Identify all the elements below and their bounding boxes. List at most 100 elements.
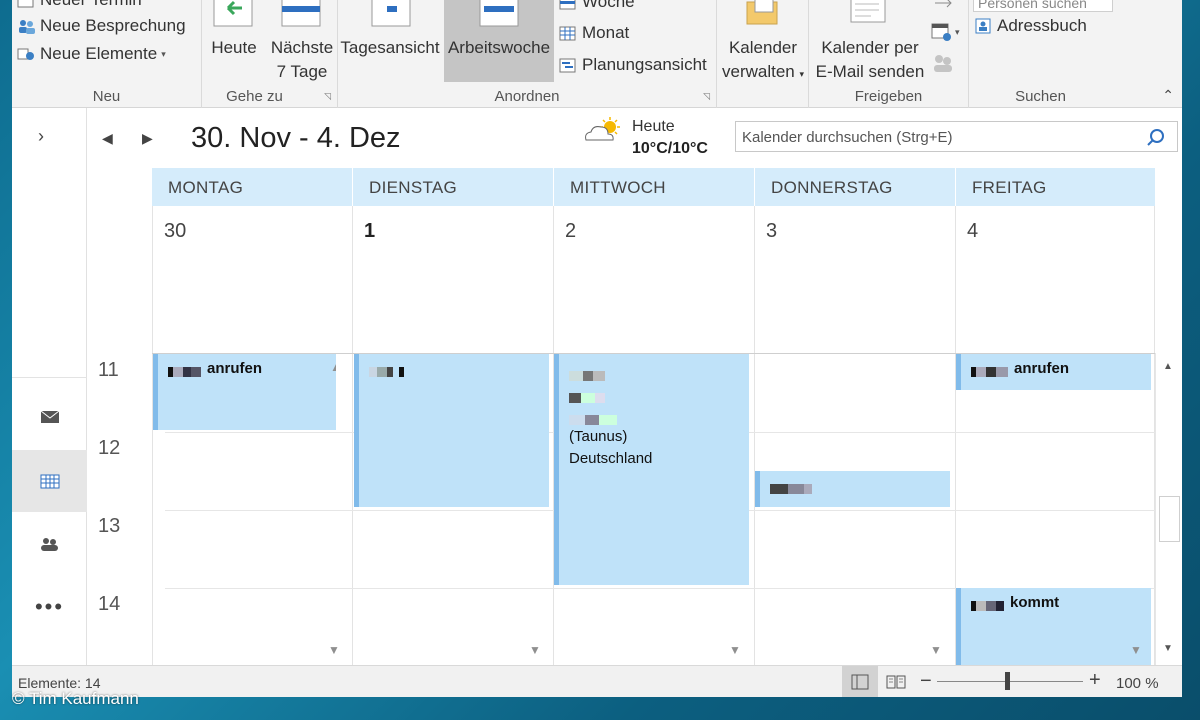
- zoom-in-icon[interactable]: +: [1089, 669, 1101, 692]
- day-header-friday[interactable]: FREITAG: [956, 168, 1155, 206]
- appointment-thursday[interactable]: [755, 471, 950, 507]
- day-number: 30: [164, 220, 187, 242]
- folder-pane-collapsed: ›: [12, 108, 87, 378]
- day-number: 2: [565, 220, 577, 242]
- address-book-button[interactable]: Adressbuch: [973, 16, 1087, 36]
- ribbon-group-label-gehe-zu: Gehe zu: [226, 88, 283, 105]
- appointment-location-line: (Taunus): [569, 428, 628, 445]
- new-appointment-button[interactable]: Neuer Termin: [16, 0, 142, 10]
- day-view-button[interactable]: Tagesansicht: [338, 0, 442, 60]
- zoom-slider-thumb[interactable]: [1005, 672, 1010, 690]
- calendar-permissions-icon[interactable]: [931, 52, 955, 79]
- appointment-monday[interactable]: anrufen ▲: [153, 354, 336, 430]
- new-items-icon: [16, 45, 36, 63]
- dialog-launcher-icon[interactable]: ◹: [703, 91, 710, 102]
- search-people-input[interactable]: Personen suchen: [973, 0, 1113, 12]
- ribbon-group-label-suchen: Suchen: [1015, 88, 1066, 105]
- more-appointments-arrow-icon[interactable]: ▼: [1130, 643, 1142, 657]
- scroll-up-arrow-icon[interactable]: ▲: [330, 360, 336, 374]
- reading-view-icon: [886, 675, 906, 689]
- ribbon: Neuer Termin Neue Besprechung Neue Eleme…: [12, 0, 1182, 108]
- folder-calendar-icon: [717, 0, 809, 32]
- day-column-monday[interactable]: 30: [152, 206, 353, 665]
- next-7-days-label-2: 7 Tage: [276, 62, 328, 81]
- day-header-wednesday[interactable]: MITTWOCH: [554, 168, 754, 206]
- nav-mail[interactable]: [12, 386, 87, 448]
- chevron-down-icon: ▾: [161, 48, 166, 59]
- vertical-scrollbar[interactable]: ▲ ▼: [1155, 353, 1182, 665]
- today-label: Heute: [211, 38, 257, 57]
- calendar-search-box[interactable]: [735, 121, 1178, 152]
- redacted-text: [168, 364, 201, 378]
- day-number: 4: [967, 220, 979, 242]
- more-icon[interactable]: •••: [12, 576, 87, 638]
- scroll-thumb[interactable]: [1159, 496, 1180, 542]
- today-button[interactable]: Heute: [204, 0, 264, 60]
- svg-text:▾: ▾: [955, 27, 960, 37]
- calendar-icon: [16, 0, 36, 9]
- new-meeting-button[interactable]: Neue Besprechung: [16, 16, 186, 36]
- calendar-week-icon: [266, 0, 338, 32]
- schedule-view-button[interactable]: Planungsansicht: [558, 55, 707, 75]
- appointment-friday-2[interactable]: kommt: [956, 588, 1151, 665]
- next-7-days-button[interactable]: Nächste 7 Tage: [266, 0, 338, 84]
- redacted-text: [971, 364, 1008, 378]
- search-icon[interactable]: [1145, 127, 1167, 149]
- status-bar: Elemente: 14 − + 100 %: [12, 665, 1182, 697]
- nav-calendar[interactable]: [12, 450, 87, 512]
- previous-week-icon[interactable]: ◀: [102, 130, 113, 147]
- more-appointments-arrow-icon[interactable]: ▼: [729, 643, 741, 657]
- redacted-text: [770, 481, 812, 495]
- normal-view-button[interactable]: [842, 666, 878, 697]
- manage-calendars-button[interactable]: Kalender verwalten ▾: [717, 0, 809, 86]
- ribbon-group-verwalten: Kalender verwalten ▾: [717, 0, 809, 108]
- more-appointments-arrow-icon[interactable]: ▼: [328, 643, 340, 657]
- manage-calendars-label-2: verwalten ▾: [721, 62, 805, 81]
- calendar-search-input[interactable]: [742, 126, 1132, 148]
- zoom-slider-track[interactable]: [937, 681, 1083, 682]
- ribbon-group-label-neu: Neu: [92, 88, 121, 105]
- month-button[interactable]: Monat: [558, 23, 629, 43]
- email-calendar-icon: [809, 0, 931, 32]
- day-header-tuesday[interactable]: DIENSTAG: [353, 168, 553, 206]
- next-week-icon[interactable]: ▶: [142, 130, 153, 147]
- hour-label: 13: [98, 515, 121, 537]
- day-number: 3: [766, 220, 778, 242]
- dialog-launcher-icon[interactable]: ◹: [324, 91, 331, 102]
- more-appointments-arrow-icon[interactable]: ▼: [930, 643, 942, 657]
- day-column-thursday[interactable]: 3: [755, 206, 956, 665]
- day-header-monday[interactable]: MONTAG: [152, 168, 352, 206]
- appointment-wednesday[interactable]: (Taunus) Deutschland: [554, 354, 749, 585]
- work-week-label: Arbeitswoche: [447, 38, 551, 57]
- scroll-up-icon[interactable]: ▲: [1163, 361, 1173, 372]
- publish-calendar-icon[interactable]: ▾: [931, 22, 963, 49]
- nav-people[interactable]: [12, 513, 87, 575]
- ribbon-group-neu: Neuer Termin Neue Besprechung Neue Eleme…: [12, 0, 202, 108]
- ribbon-group-freigeben: Kalender per E-Mail senden ▾ Freigeben: [809, 0, 969, 108]
- new-items-button[interactable]: Neue Elemente ▾: [16, 44, 166, 64]
- weather-label: Heute: [632, 118, 675, 135]
- appointment-friday-1[interactable]: anrufen: [956, 354, 1151, 390]
- expand-folder-pane-icon[interactable]: ›: [38, 126, 44, 147]
- zoom-level[interactable]: 100 %: [1116, 675, 1159, 692]
- collapse-ribbon-icon[interactable]: ⌃: [1162, 87, 1174, 104]
- new-items-label: Neue Elemente: [40, 44, 158, 63]
- ribbon-group-anordnen: Tagesansicht Arbeitswoche Woche Monat Pl…: [338, 0, 717, 108]
- zoom-out-icon[interactable]: −: [920, 670, 932, 693]
- week-button[interactable]: Woche: [558, 0, 635, 12]
- reading-view-button[interactable]: [878, 666, 914, 697]
- manage-calendars-label-1: Kalender: [728, 38, 798, 57]
- appointment-tuesday[interactable]: [354, 354, 549, 507]
- work-week-button[interactable]: Arbeitswoche: [444, 0, 554, 82]
- weather-widget[interactable]: Heute 10°C/10°C: [580, 116, 708, 157]
- redacted-text: [569, 404, 749, 426]
- share-calendar-icon[interactable]: [931, 0, 955, 17]
- month-icon: [558, 24, 578, 42]
- scroll-down-icon[interactable]: ▼: [1163, 643, 1173, 654]
- email-calendar-button[interactable]: Kalender per E-Mail senden: [809, 0, 931, 84]
- week-icon: [558, 0, 578, 11]
- redacted-text: [369, 364, 404, 378]
- appointment-title: anrufen: [207, 360, 263, 377]
- day-header-thursday[interactable]: DONNERSTAG: [755, 168, 955, 206]
- more-appointments-arrow-icon[interactable]: ▼: [529, 643, 541, 657]
